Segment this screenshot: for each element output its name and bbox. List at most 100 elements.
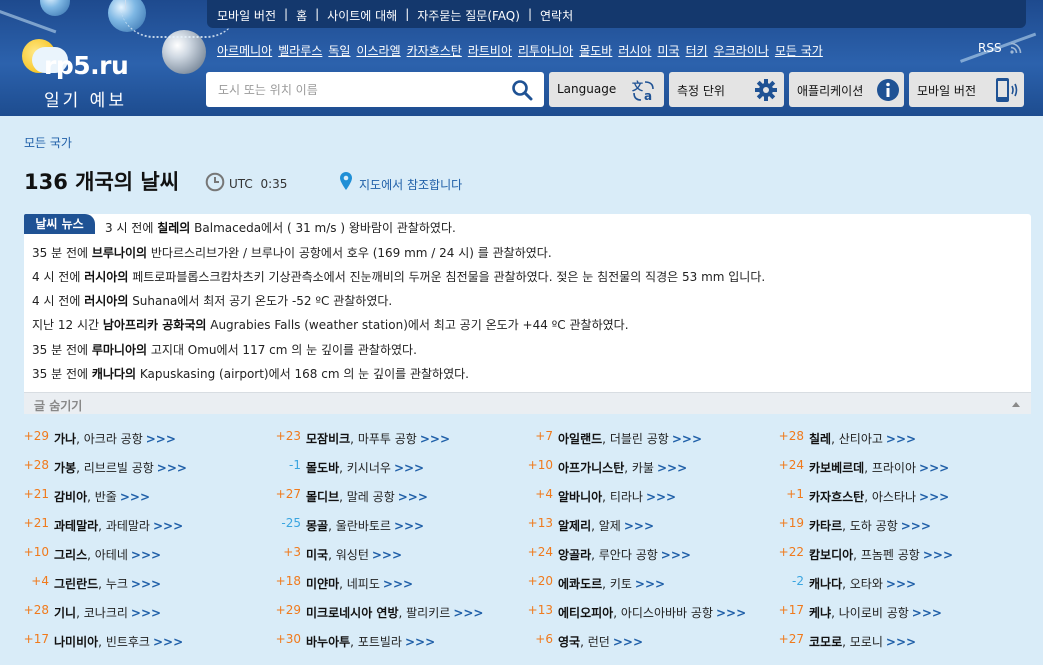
city-name[interactable]: 포트빌라 [358,635,402,649]
country-name[interactable]: 캐나다 [809,577,842,591]
country-weather-item[interactable]: +4 그린란드, 누크 >>> [24,574,274,594]
city-name[interactable]: 프라이아 [872,461,916,475]
map-pin-icon[interactable] [340,172,352,190]
country-weather-item[interactable]: +23 모잠비크, 마푸투 공항 >>> [276,429,527,449]
country-weather-item[interactable]: +3 미국, 워싱턴 >>> [277,545,527,565]
country-name[interactable]: 몰도바 [306,461,339,475]
city-name[interactable]: 아크라 공항 [84,432,143,446]
map-link[interactable]: 지도에서 참조합니다 [359,176,462,193]
more-link[interactable]: >>> [657,461,687,475]
country-name[interactable]: 몽골 [306,519,328,533]
country-weather-item[interactable]: +27 몰디브, 말레 공항 >>> [276,487,527,507]
hide-news-bar[interactable]: 글 숨기기 [24,392,1031,414]
country-name[interactable]: 에콰도르 [558,577,602,591]
country-weather-item[interactable]: +29 가나, 아크라 공항 >>> [24,429,274,449]
top-nav-home[interactable]: 홈 [296,7,307,24]
city-name[interactable]: 울란바토르 [336,519,391,533]
more-link[interactable]: >>> [157,461,187,475]
country-weather-item[interactable]: +1 카자흐스탄, 아스타나 >>> [781,487,1031,507]
more-link[interactable]: >>> [661,548,691,562]
city-name[interactable]: 아스타나 [872,490,916,504]
city-name[interactable]: 런던 [588,635,610,649]
site-logo[interactable]: rp5.ru 일기 예보 [22,35,142,111]
breadcrumb[interactable]: 모든 국가 [24,134,72,151]
more-link[interactable]: >>> [912,606,942,620]
city-name[interactable]: 말레 공항 [347,490,395,504]
country-weather-item[interactable]: +13 알제리, 알제 >>> [528,516,779,536]
country-weather-item[interactable]: +28 가봉, 리브르빌 공항 >>> [24,458,274,478]
country-name[interactable]: 그린란드 [54,577,98,591]
more-link[interactable]: >>> [131,548,161,562]
more-link[interactable]: >>> [420,432,450,446]
rss-icon[interactable] [1010,42,1022,54]
country-link-russia[interactable]: 러시아 [618,42,651,59]
country-weather-item[interactable]: -2 캐나다, 오타와 >>> [781,574,1031,594]
more-link[interactable]: >>> [394,461,424,475]
country-weather-item[interactable]: +24 카보베르데, 프라이아 >>> [779,458,1031,478]
country-weather-item[interactable]: +29 미크로네시아 연방, 팔리키르 >>> [276,603,527,623]
country-weather-item[interactable]: +17 케냐, 나이로비 공항 >>> [779,603,1031,623]
top-nav-contact[interactable]: 연락처 [540,7,573,24]
country-link-latvia[interactable]: 라트비아 [468,42,512,59]
country-weather-item[interactable]: +10 아프가니스탄, 카불 >>> [528,458,779,478]
country-name[interactable]: 미국 [306,548,328,562]
country-name[interactable]: 카보베르데 [809,461,864,475]
country-link-moldova[interactable]: 몰도바 [579,42,612,59]
country-name[interactable]: 바누아투 [306,635,350,649]
more-link[interactable]: >>> [923,548,953,562]
more-link[interactable]: >>> [886,432,916,446]
rss-link[interactable]: RSS [978,41,1002,55]
city-name[interactable]: 마푸투 공항 [358,432,417,446]
country-weather-item[interactable]: +28 기니, 코나크리 >>> [24,603,274,623]
city-name[interactable]: 아테네 [95,548,128,562]
country-link-lithuania[interactable]: 리투아니아 [518,42,573,59]
country-link-israel[interactable]: 이스라엘 [356,42,400,59]
top-nav-mobile[interactable]: 모바일 버전 [217,7,276,24]
country-weather-item[interactable]: +19 카타르, 도하 공항 >>> [779,516,1031,536]
country-name[interactable]: 감비아 [54,490,87,504]
search-icon[interactable] [511,79,533,101]
country-weather-item[interactable]: +22 캄보디아, 프놈펜 공항 >>> [779,545,1031,565]
more-link[interactable]: >>> [919,461,949,475]
country-weather-item[interactable]: -25 몽골, 울란바토르 >>> [277,516,527,536]
more-link[interactable]: >>> [901,519,931,533]
more-link[interactable]: >>> [405,635,435,649]
top-nav-faq[interactable]: 자주묻는 질문(FAQ) [417,7,520,24]
city-name[interactable]: 모로니 [850,635,883,649]
more-link[interactable]: >>> [919,490,949,504]
city-name[interactable]: 산티아고 [839,432,883,446]
country-weather-item[interactable]: +27 코모로, 모로니 >>> [779,632,1031,652]
more-link[interactable]: >>> [886,635,916,649]
country-name[interactable]: 기니 [54,606,76,620]
apps-button[interactable]: 애플리케이션 [789,72,904,107]
country-link-belarus[interactable]: 벨라루스 [278,42,322,59]
more-link[interactable]: >>> [453,606,483,620]
city-name[interactable]: 반줄 [95,490,117,504]
country-name[interactable]: 칠레 [809,432,831,446]
city-name[interactable]: 아디스아바바 공항 [621,606,713,620]
country-link-kazakhstan[interactable]: 카자흐스탄 [407,42,462,59]
more-link[interactable]: >>> [383,577,413,591]
city-name[interactable]: 티라나 [610,490,643,504]
country-weather-item[interactable]: +10 그리스, 아테네 >>> [24,545,274,565]
more-link[interactable]: >>> [613,635,643,649]
country-weather-item[interactable]: +28 칠레, 산티아고 >>> [779,429,1031,449]
country-weather-item[interactable]: +18 미얀마, 네피도 >>> [276,574,527,594]
country-name[interactable]: 아일랜드 [558,432,602,446]
city-name[interactable]: 네피도 [347,577,380,591]
country-name[interactable]: 모잠비크 [306,432,350,446]
city-name[interactable]: 리브르빌 공항 [84,461,154,475]
country-name[interactable]: 나미비아 [54,635,98,649]
city-name[interactable]: 카불 [632,461,654,475]
country-name[interactable]: 미얀마 [306,577,339,591]
search-input[interactable] [206,72,506,107]
country-weather-item[interactable]: +20 에콰도르, 키토 >>> [528,574,779,594]
more-link[interactable]: >>> [394,519,424,533]
city-name[interactable]: 누크 [106,577,128,591]
city-name[interactable]: 키토 [610,577,632,591]
city-name[interactable]: 더블린 공항 [610,432,669,446]
city-name[interactable]: 루안다 공항 [599,548,658,562]
city-name[interactable]: 프놈펜 공항 [861,548,920,562]
country-weather-item[interactable]: +24 앙골라, 루안다 공항 >>> [528,545,779,565]
country-weather-item[interactable]: +7 아일랜드, 더블린 공항 >>> [529,429,779,449]
